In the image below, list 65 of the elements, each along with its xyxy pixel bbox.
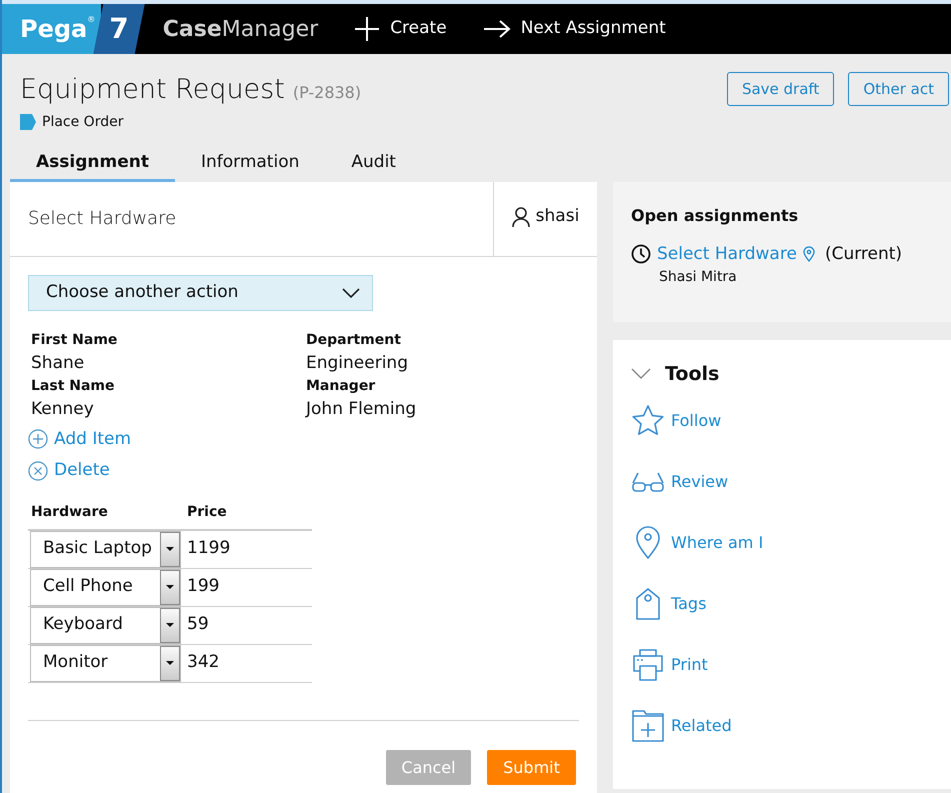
field-label: Manager [306, 376, 376, 394]
clock-icon [631, 244, 651, 264]
hardware-select[interactable]: Monitor [30, 644, 181, 682]
hardware-select[interactable]: Basic Laptop [30, 530, 181, 568]
tag-icon [634, 586, 662, 620]
field-value: John Fleming [306, 398, 418, 420]
version-number: 7 [108, 11, 129, 47]
registered-mark: ® [87, 14, 96, 26]
field-label: Last Name [31, 376, 116, 394]
save-draft-button[interactable]: Save draft [726, 72, 834, 106]
star-icon [631, 404, 665, 438]
location-pin-icon [802, 246, 815, 262]
plus-icon [354, 16, 380, 42]
logo-text: Pega [20, 14, 88, 45]
printer-icon [632, 648, 664, 680]
tool-link[interactable]: Follow [631, 390, 722, 451]
tool-link[interactable]: Related [631, 695, 732, 756]
cancel-button[interactable]: Cancel [386, 750, 471, 785]
column-header: Price [187, 502, 227, 522]
case-id: (P-2838) [292, 82, 362, 104]
arrow-right-icon [482, 19, 511, 39]
price-cell-text: 59 [186, 613, 209, 636]
plus-circle-icon [28, 429, 48, 450]
tool-link[interactable]: Review [631, 451, 728, 512]
chevron-down-icon [631, 368, 651, 380]
assignment-link[interactable]: Select Hardware [657, 242, 797, 267]
assignment-title: Select Hardware [27, 207, 178, 231]
tools-toggle[interactable]: Tools [631, 360, 720, 388]
user-icon [512, 206, 530, 226]
location-pin-icon [634, 526, 662, 560]
field-value: Kenney [31, 398, 95, 420]
field-label: Department [306, 330, 402, 348]
field-value: Engineering [306, 352, 409, 374]
glasses-icon [631, 470, 665, 492]
app-name: CaseManager [162, 16, 318, 44]
stage-label: Place Order [42, 112, 124, 132]
folder-plus-icon [632, 710, 664, 742]
field-value: Shane [31, 352, 86, 374]
add-item-link[interactable]: Add Item [28, 426, 132, 452]
panel-title: Open assignments [631, 204, 798, 226]
tool-link[interactable]: Print [631, 634, 708, 695]
next-assignment-button[interactable]: Next Assignment [482, 16, 666, 42]
submit-button[interactable]: Submit [487, 750, 576, 785]
delete-link[interactable]: Delete [28, 458, 110, 484]
field-label: First Name [31, 330, 118, 348]
stage-flag-icon [20, 114, 36, 130]
other-actions-button[interactable]: Other act [848, 72, 949, 106]
tab[interactable]: Information [174, 146, 326, 182]
close-circle-icon [28, 460, 48, 481]
hardware-select[interactable]: Cell Phone [30, 568, 181, 606]
assignment-status: (Current) [824, 242, 902, 266]
price-cell-text: 342 [186, 651, 220, 674]
tool-link[interactable]: Tags [631, 573, 706, 634]
chevron-down-icon [342, 288, 360, 298]
user-name: shasi [536, 204, 580, 228]
column-header: Hardware [31, 502, 109, 522]
tab[interactable]: Audit [325, 146, 422, 182]
action-dropdown[interactable]: Choose another action [28, 274, 373, 310]
case-title: Equipment Request [20, 73, 285, 107]
assignee-name: Shasi Mitra [659, 268, 737, 287]
price-cell-text: 1199 [186, 537, 230, 560]
create-button[interactable]: Create [354, 16, 447, 42]
hardware-select[interactable]: Keyboard [30, 606, 181, 644]
tool-link[interactable]: Where am I [631, 512, 764, 573]
price-cell-text: 199 [186, 575, 220, 598]
